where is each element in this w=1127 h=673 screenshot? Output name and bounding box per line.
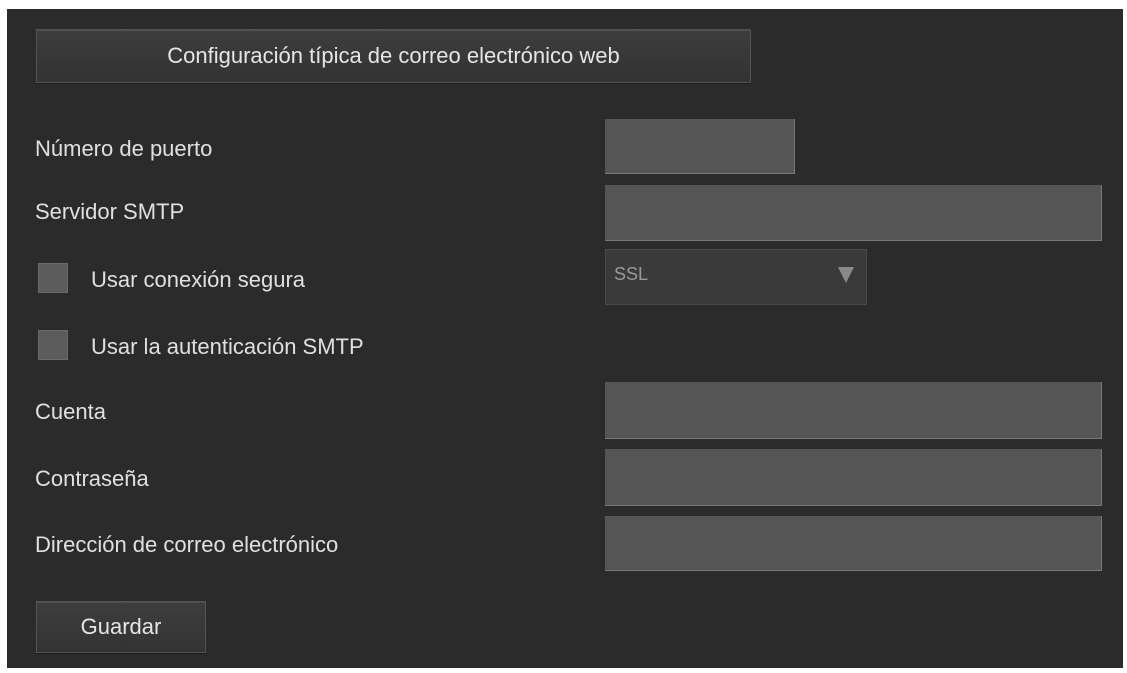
- smtp-server-label: Servidor SMTP: [35, 199, 185, 224]
- dropdown-arrow-icon: [838, 267, 854, 283]
- security-protocol-select[interactable]: SSL: [605, 249, 867, 305]
- secure-connection-checkbox[interactable]: [38, 263, 68, 293]
- smtp-server-input[interactable]: [605, 185, 1102, 241]
- security-protocol-value: SSL: [614, 264, 649, 284]
- port-number-label: Número de puerto: [35, 136, 213, 161]
- password-input[interactable]: [605, 449, 1102, 506]
- account-input[interactable]: [605, 382, 1102, 439]
- smtp-auth-checkbox[interactable]: [38, 330, 68, 360]
- typical-web-email-config-button[interactable]: Configuración típica de correo electróni…: [36, 29, 751, 83]
- secure-connection-label: Usar conexión segura: [91, 267, 306, 292]
- account-label: Cuenta: [35, 399, 106, 424]
- save-button[interactable]: Guardar: [36, 601, 206, 653]
- email-settings-panel: Configuración típica de correo electróni…: [7, 9, 1123, 668]
- email-address-label: Dirección de correo electrónico: [35, 532, 339, 557]
- port-number-input[interactable]: [605, 119, 795, 174]
- email-address-input[interactable]: [605, 516, 1102, 571]
- password-label: Contraseña: [35, 466, 149, 491]
- smtp-auth-label: Usar la autenticación SMTP: [91, 334, 364, 359]
